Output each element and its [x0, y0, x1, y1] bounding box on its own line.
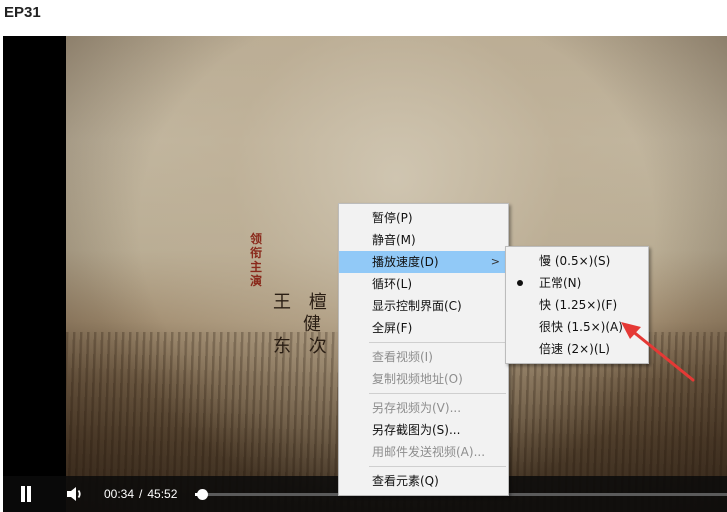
menu-separator	[369, 466, 506, 467]
context-menu: 暂停(P) 静音(M) 播放速度(D) > 循环(L) 显示控制界面(C) 全屏(F) 查看视…	[338, 203, 509, 496]
context-menu-item-label: 用邮件发送视频(A)...	[372, 445, 486, 459]
context-menu-item-label: 播放速度(D)	[372, 255, 439, 269]
pause-icon[interactable]	[19, 486, 33, 502]
context-menu-item[interactable]: 全屏(F)	[339, 317, 508, 339]
context-menu-item[interactable]: 播放速度(D) >	[339, 251, 508, 273]
page-title: EP31	[4, 4, 41, 21]
speed-option-label: 很快 (1.5×)(A)	[539, 320, 623, 334]
context-menu-item-label: 显示控制界面(C)	[372, 299, 462, 313]
context-menu-item-label: 暂停(P)	[372, 211, 413, 225]
radio-dot-icon	[517, 280, 523, 286]
menu-separator	[369, 342, 506, 343]
time-separator: /	[139, 487, 143, 501]
context-menu-item: 另存视频为(V)...	[339, 397, 508, 419]
page: EP31 领衔主演 王 檀 . 健 东 次 . 00:34/45:52 暂停(P…	[0, 0, 727, 512]
context-menu-item-label: 复制视频地址(O)	[372, 372, 463, 386]
context-menu-item-label: 查看元素(Q)	[372, 474, 439, 488]
context-menu-item-label: 循环(L)	[372, 277, 413, 291]
menu-separator	[369, 393, 506, 394]
speed-option-label: 快 (1.25×)(F)	[539, 298, 618, 312]
context-menu-item-label: 另存截图为(S)...	[372, 423, 461, 437]
context-menu-item[interactable]: 静音(M)	[339, 229, 508, 251]
red-annotation-arrow-icon	[621, 322, 695, 382]
context-menu-item[interactable]: 暂停(P)	[339, 207, 508, 229]
chevron-right-icon: >	[490, 255, 500, 268]
context-menu-item[interactable]: 查看元素(Q)	[339, 470, 508, 492]
context-menu-item: 用邮件发送视频(A)...	[339, 441, 508, 463]
time-display: 00:34 / 45:52	[104, 487, 177, 501]
context-menu-item[interactable]: 另存截图为(S)...	[339, 419, 508, 441]
speed-option-label: 正常(N)	[539, 276, 582, 290]
speed-option[interactable]: 正常(N)	[506, 272, 648, 294]
duration-time: 45:52	[147, 487, 178, 501]
speed-option[interactable]: 快 (1.25×)(F)	[506, 294, 648, 316]
context-menu-item-label: 查看视频(I)	[372, 350, 433, 364]
context-menu-item: 复制视频地址(O)	[339, 368, 508, 390]
context-menu-item-label: 静音(M)	[372, 233, 416, 247]
speed-option[interactable]: 慢 (0.5×)(S)	[506, 250, 648, 272]
progress-handle[interactable]	[196, 489, 208, 500]
current-time: 00:34	[104, 487, 135, 501]
context-menu-item-label: 全屏(F)	[372, 321, 413, 335]
context-menu-item-label: 另存视频为(V)...	[372, 401, 462, 415]
context-menu-item: 查看视频(I)	[339, 346, 508, 368]
context-menu-item[interactable]: 显示控制界面(C)	[339, 295, 508, 317]
volume-icon[interactable]	[65, 484, 85, 504]
credit-vertical-text: 领衔主演	[250, 232, 263, 288]
context-menu-item[interactable]: 循环(L)	[339, 273, 508, 295]
speed-option-label: 倍速 (2×)(L)	[539, 342, 610, 356]
speed-option-label: 慢 (0.5×)(S)	[539, 254, 611, 268]
